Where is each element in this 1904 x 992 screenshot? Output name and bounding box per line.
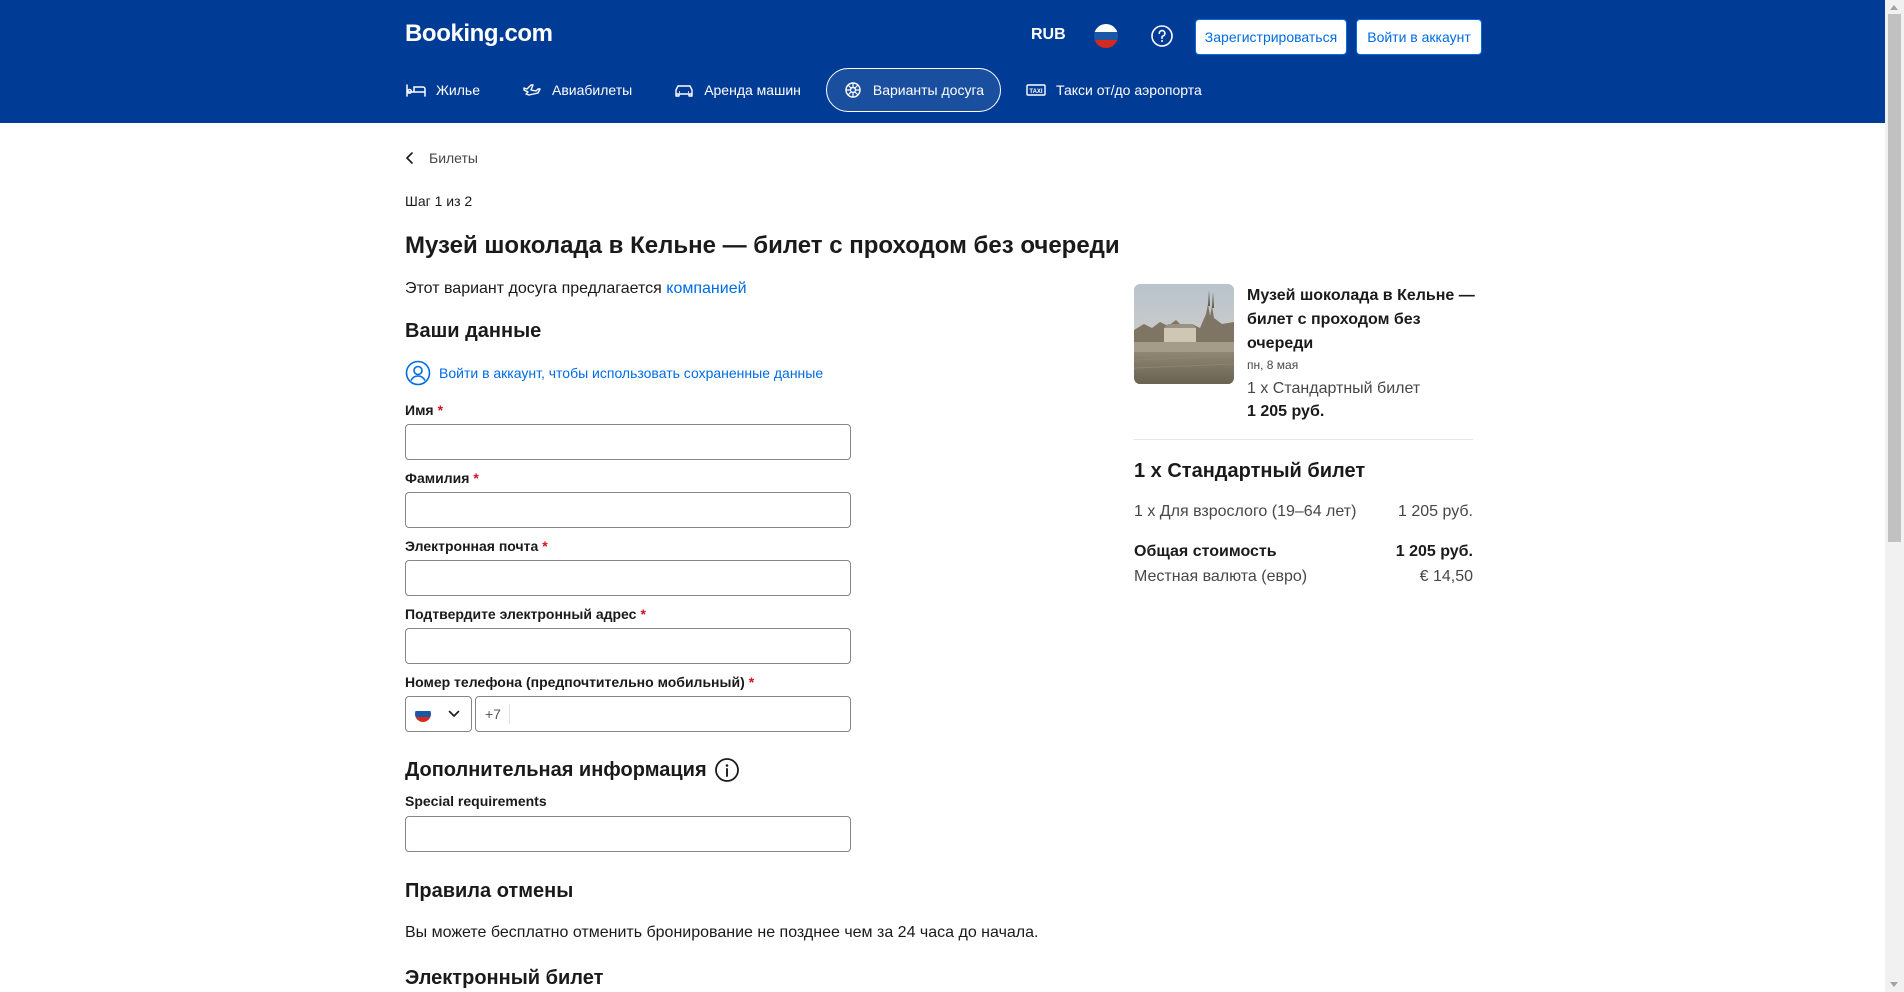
signin-link-label: Войти в аккаунт, чтобы использовать сохр…: [439, 365, 824, 381]
nav-label: Варианты досуга: [872, 82, 985, 98]
required-mark: *: [542, 538, 548, 554]
attractions-icon: [845, 82, 861, 98]
scroll-down-arrow[interactable]: [1890, 982, 1898, 987]
required-mark: *: [748, 674, 755, 690]
russia-flag-icon: [415, 706, 431, 722]
special-requirements-input[interactable]: [405, 816, 851, 852]
sidebar-title: Музей шоколада в Кельне — билет с проход…: [1247, 287, 1475, 352]
phone-country-select[interactable]: [405, 696, 472, 732]
first-name-label: Имя *: [405, 402, 443, 418]
main-nav: Жилье Авиабилеты Аренда машин Варианты д…: [405, 68, 1227, 112]
email-label: Электронная почта *: [405, 538, 548, 554]
info-icon[interactable]: [714, 757, 740, 783]
chevron-down-icon: [448, 710, 460, 717]
confirm-email-label-text: Подтвердите электронный адрес: [405, 606, 637, 622]
total-row: Общая стоимость 1 205 руб.: [1134, 543, 1473, 561]
phone-country-code: +7: [476, 704, 510, 724]
step-indicator: Шаг 1 из 2: [405, 193, 473, 209]
cancellation-heading: Правила отмены: [405, 880, 574, 902]
nav-label: Авиабилеты: [552, 82, 633, 98]
breadcrumb[interactable]: Билеты: [405, 150, 478, 166]
sidebar-ticket: 1 x Стандартный билет: [1247, 380, 1421, 397]
local-currency-price: € 14,50: [1419, 568, 1473, 585]
scrollbar-thumb[interactable]: [1888, 14, 1901, 542]
top-header: Booking.com RUB Зарегистрироваться Войти…: [0, 0, 1885, 123]
additional-info-heading: Дополнительная информация: [405, 759, 707, 781]
booking-logo[interactable]: Booking.com: [405, 20, 553, 48]
adult-label: 1 x Для взрослого (19–64 лет): [1134, 503, 1357, 520]
total-label: Общая стоимость: [1134, 543, 1277, 560]
cancellation-text: Вы можете бесплатно отменить бронировани…: [405, 924, 1039, 941]
required-mark: *: [437, 402, 444, 418]
your-data-heading: Ваши данные: [405, 320, 542, 342]
phone-label: Номер телефона (предпочтительно мобильны…: [405, 674, 754, 690]
nav-label: Жилье: [436, 82, 480, 98]
company-link[interactable]: компанией: [666, 280, 746, 297]
required-mark: *: [473, 470, 479, 486]
required-mark: *: [640, 606, 646, 622]
nav-item-car-rental[interactable]: Аренда машин: [657, 68, 818, 112]
page-title: Музей шоколада в Кельне — билет с проход…: [405, 232, 1120, 259]
help-icon[interactable]: [1150, 24, 1174, 48]
chevron-left-icon: [406, 152, 413, 164]
nav-item-attractions[interactable]: Варианты досуга: [825, 68, 1002, 112]
car-icon: [675, 85, 693, 97]
nav-label: Такси от/до аэропорта: [1056, 82, 1202, 98]
local-currency-label: Местная валюта (евро): [1134, 568, 1308, 585]
last-name-label-text: Фамилия: [405, 470, 470, 486]
sidebar-price: 1 205 руб.: [1247, 403, 1325, 420]
nav-item-stays[interactable]: Жилье: [405, 68, 497, 112]
attraction-thumbnail: [1134, 284, 1234, 384]
scroll-up-arrow[interactable]: [1890, 5, 1898, 10]
first-name-label-text: Имя: [405, 402, 434, 418]
last-name-input[interactable]: [405, 492, 851, 528]
login-button[interactable]: Войти в аккаунт: [1356, 19, 1482, 55]
offered-prefix: Этот вариант досуга предлагается: [405, 280, 667, 297]
email-input[interactable]: [405, 560, 851, 596]
plane-icon: [523, 84, 541, 96]
svg-text:TAXI: TAXI: [1029, 89, 1043, 95]
nav-item-airport-taxi[interactable]: TAXI Такси от/до аэропорта: [1009, 68, 1219, 112]
phone-label-text: Номер телефона (предпочтительно мобильны…: [405, 674, 745, 690]
signin-saved-data-link[interactable]: Войти в аккаунт, чтобы использовать сохр…: [405, 360, 823, 386]
offered-by-text: Этот вариант досуга предлагается компани…: [405, 280, 747, 298]
first-name-input[interactable]: [405, 424, 851, 460]
sidebar-date: пн, 8 мая: [1247, 358, 1299, 372]
sidebar-divider: [1134, 439, 1473, 440]
total-price: 1 205 руб.: [1395, 543, 1473, 560]
adult-price: 1 205 руб.: [1398, 503, 1473, 520]
local-currency-row: Местная валюта (евро) € 14,50: [1134, 568, 1473, 586]
eticket-heading: Электронный билет: [405, 967, 604, 989]
summary-title: 1 x Стандартный билет: [1134, 460, 1366, 482]
adult-price-row: 1 x Для взрослого (19–64 лет) 1 205 руб.: [1134, 503, 1473, 521]
language-flag-icon[interactable]: [1094, 24, 1118, 48]
nav-item-flights[interactable]: Авиабилеты: [505, 68, 649, 112]
confirm-email-input[interactable]: [405, 628, 851, 664]
currency-selector[interactable]: RUB: [1031, 26, 1066, 44]
phone-input[interactable]: +7: [475, 696, 851, 732]
last-name-label: Фамилия *: [405, 470, 479, 486]
register-button[interactable]: Зарегистрироваться: [1195, 19, 1347, 55]
breadcrumb-label: Билеты: [429, 150, 478, 166]
special-requirements-label: Special requirements: [405, 793, 547, 809]
cologne-skyline-image: [1134, 284, 1234, 384]
email-label-text: Электронная почта: [405, 538, 539, 554]
nav-label: Аренда машин: [704, 82, 801, 98]
taxi-icon: TAXI: [1026, 84, 1046, 96]
user-circle-icon: [405, 360, 431, 386]
bed-icon: [406, 84, 426, 97]
confirm-email-label: Подтвердите электронный адрес *: [405, 606, 646, 622]
